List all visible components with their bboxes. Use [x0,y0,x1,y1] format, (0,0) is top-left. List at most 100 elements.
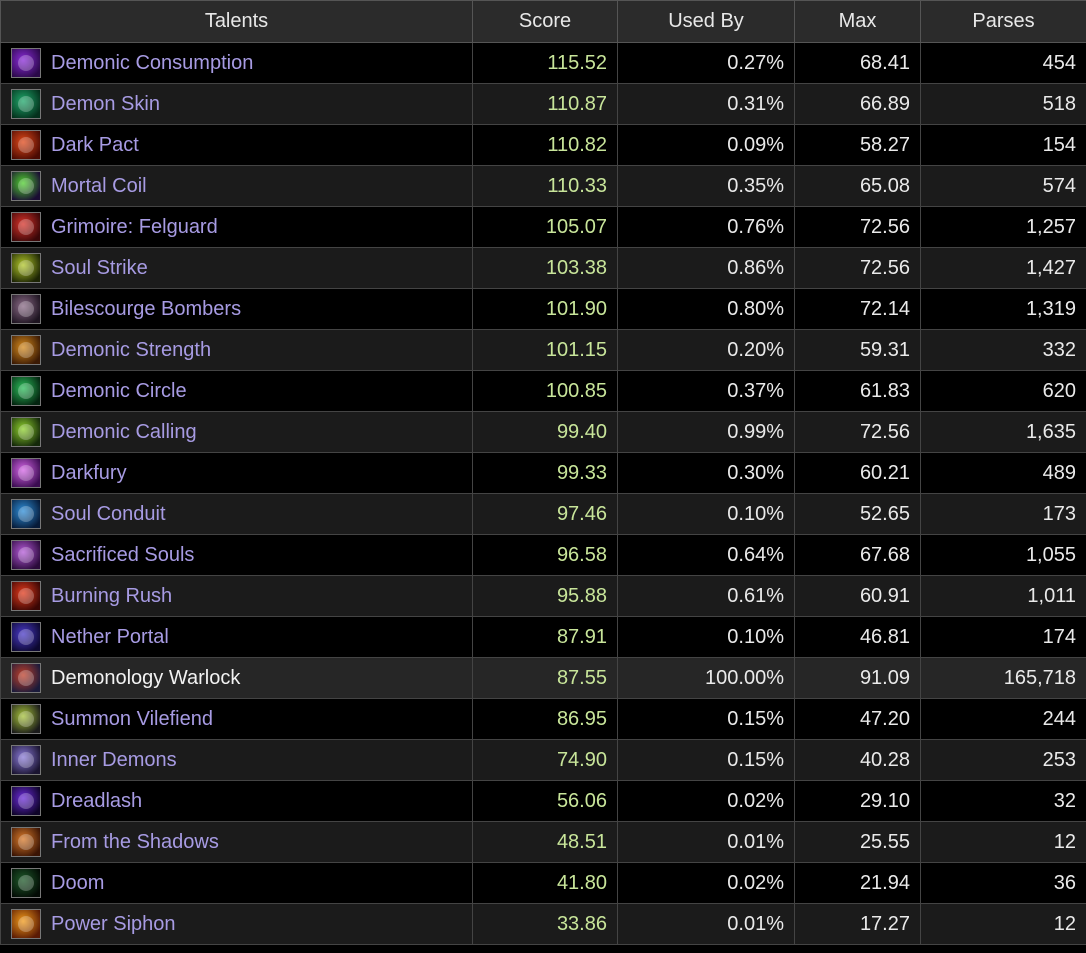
talent-name-link[interactable]: Summon Vilefiend [51,708,213,731]
score-cell: 86.95 [472,698,618,740]
used-by-cell: 0.10% [617,493,795,535]
talent-name-link[interactable]: Doom [51,872,104,895]
talent-name-link[interactable]: Demonic Consumption [51,52,253,75]
talent-cell: Demonology Warlock [0,657,473,699]
talent-name-link[interactable]: Mortal Coil [51,175,147,198]
score-cell: 56.06 [472,780,618,822]
fury-burst-icon [11,458,41,488]
used-by-cell: 0.15% [617,698,795,740]
table-row: Demonic Circle 100.85 0.37% 61.83 620 [0,370,1086,412]
header-score[interactable]: Score [472,0,618,43]
score-cell: 87.55 [472,657,618,699]
talent-name-link[interactable]: Soul Strike [51,257,148,280]
table-row: Mortal Coil 110.33 0.35% 65.08 574 [0,165,1086,207]
used-by-cell: 0.64% [617,534,795,576]
talent-name-link[interactable]: Nether Portal [51,626,169,649]
table-row: Darkfury 99.33 0.30% 60.21 489 [0,452,1086,494]
score-cell: 33.86 [472,903,618,945]
talent-cell: Demonic Circle [0,370,473,412]
talent-name-link[interactable]: Grimoire: Felguard [51,216,218,239]
used-by-cell: 0.31% [617,83,795,125]
power-siphon-icon [11,909,41,939]
used-by-cell: 0.61% [617,575,795,617]
header-talents[interactable]: Talents [0,0,473,43]
talent-cell: Dreadlash [0,780,473,822]
used-by-cell: 100.00% [617,657,795,699]
parses-cell: 12 [920,903,1086,945]
horned-demon-icon [11,335,41,365]
score-cell: 99.40 [472,411,618,453]
talent-cell: Sacrificed Souls [0,534,473,576]
talent-name-link[interactable]: Sacrificed Souls [51,544,194,567]
parses-cell: 154 [920,124,1086,166]
score-cell: 101.15 [472,329,618,371]
talent-cell: Inner Demons [0,739,473,781]
max-cell: 25.55 [794,821,921,863]
talent-name-link[interactable]: From the Shadows [51,831,219,854]
talent-name-link[interactable]: Power Siphon [51,913,176,936]
header-used-by[interactable]: Used By [617,0,795,43]
used-by-cell: 0.99% [617,411,795,453]
parses-cell: 1,319 [920,288,1086,330]
used-by-cell: 0.09% [617,124,795,166]
table-row: Soul Conduit 97.46 0.10% 52.65 173 [0,493,1086,535]
header-row: Talents Score Used By Max Parses [0,0,1086,43]
max-cell: 72.56 [794,247,921,289]
talent-cell: Summon Vilefiend [0,698,473,740]
table-row: Burning Rush 95.88 0.61% 60.91 1,011 [0,575,1086,617]
used-by-cell: 0.02% [617,862,795,904]
max-cell: 17.27 [794,903,921,945]
blade-icon [11,253,41,283]
used-by-cell: 0.86% [617,247,795,289]
max-cell: 60.21 [794,452,921,494]
talent-name-link[interactable]: Demonic Calling [51,421,197,444]
shadow-claw-icon [11,827,41,857]
score-cell: 100.85 [472,370,618,412]
table-row: Dark Pact 110.82 0.09% 58.27 154 [0,124,1086,166]
inner-demon-icon [11,745,41,775]
score-cell: 105.07 [472,206,618,248]
portal-icon [11,622,41,652]
talent-name-link[interactable]: Dark Pact [51,134,139,157]
max-cell: 72.56 [794,206,921,248]
parses-cell: 165,718 [920,657,1086,699]
eye-icon [11,130,41,160]
header-max[interactable]: Max [794,0,921,43]
spec-row: Demonology Warlock 87.55 100.00% 91.09 165,7… [0,657,1086,699]
parses-cell: 1,055 [920,534,1086,576]
table-row: Grimoire: Felguard 105.07 0.76% 72.56 1,257 [0,206,1086,248]
talent-name-link[interactable]: Demonic Circle [51,380,187,403]
doom-eyes-icon [11,868,41,898]
talent-cell: Burning Rush [0,575,473,617]
flame-runner-icon [11,581,41,611]
parses-cell: 253 [920,739,1086,781]
parses-cell: 32 [920,780,1086,822]
vilefiend-icon [11,704,41,734]
talent-name-link[interactable]: Burning Rush [51,585,172,608]
dread-hound-icon [11,786,41,816]
talent-name-link[interactable]: Demon Skin [51,93,160,116]
talent-name-link[interactable]: Demonic Strength [51,339,211,362]
warlock-spec-icon [11,663,41,693]
table-row: Demonic Consumption 115.52 0.27% 68.41 454 [0,42,1086,84]
used-by-cell: 0.30% [617,452,795,494]
max-cell: 91.09 [794,657,921,699]
talent-name-link[interactable]: Inner Demons [51,749,177,772]
talent-name-link[interactable]: Dreadlash [51,790,142,813]
table-row: Doom 41.80 0.02% 21.94 36 [0,862,1086,904]
swirl-icon [11,499,41,529]
talent-cell: Dark Pact [0,124,473,166]
soul-icon [11,540,41,570]
max-cell: 67.68 [794,534,921,576]
parses-cell: 1,427 [920,247,1086,289]
talent-name-link[interactable]: Bilescourge Bombers [51,298,241,321]
talent-name-link[interactable]: Darkfury [51,462,127,485]
talent-name-link[interactable]: Demonology Warlock [51,667,240,690]
header-parses[interactable]: Parses [920,0,1086,43]
used-by-cell: 0.02% [617,780,795,822]
max-cell: 61.83 [794,370,921,412]
talent-name-link[interactable]: Soul Conduit [51,503,166,526]
table-row: Power Siphon 33.86 0.01% 17.27 12 [0,903,1086,945]
score-cell: 87.91 [472,616,618,658]
talent-cell: Bilescourge Bombers [0,288,473,330]
